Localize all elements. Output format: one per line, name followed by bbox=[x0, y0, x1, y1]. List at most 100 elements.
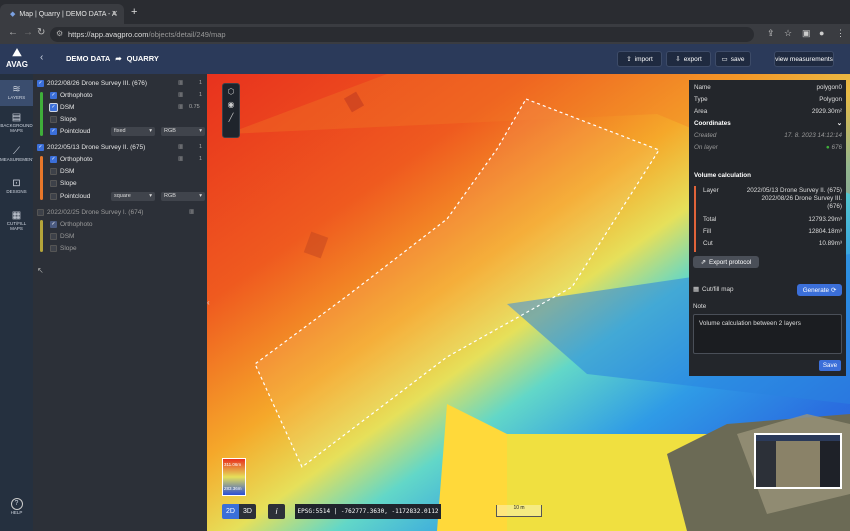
info-label: Fill bbox=[703, 228, 712, 235]
site-info-icon[interactable]: ⚙ bbox=[56, 29, 63, 38]
rail-designs[interactable]: ⊡ DESIGNS bbox=[0, 178, 33, 200]
layer-status-dot-icon: ● bbox=[825, 144, 830, 151]
info-label: Cut bbox=[703, 240, 713, 247]
tab-title: Map | Quarry | DEMO DATA - A bbox=[19, 10, 117, 18]
layer-item-checkbox[interactable] bbox=[50, 244, 57, 252]
profile-icon[interactable]: ● bbox=[819, 28, 824, 38]
layers-icon: ≋ bbox=[12, 84, 21, 95]
rail-cutfill-maps-label: CUT/FILL MAPS bbox=[6, 221, 27, 231]
new-tab-button[interactable]: + bbox=[131, 6, 137, 18]
layer-item-label: Pointcloud bbox=[60, 127, 91, 135]
rail-help[interactable]: ? HELP bbox=[0, 498, 33, 522]
browser-tab[interactable]: ◆ Map | Quarry | DEMO DATA - A ✕ bbox=[0, 4, 124, 24]
layer-visibility-icon[interactable]: ▥ bbox=[178, 80, 183, 86]
layer-item-label: Orthophoto bbox=[60, 220, 93, 228]
layer-item: Slope bbox=[33, 242, 207, 254]
rail-layers-label: LAYERS bbox=[7, 95, 26, 100]
layer-item: ✓ Orthophoto bbox=[33, 218, 207, 230]
reload-icon[interactable]: ↻ bbox=[37, 27, 45, 38]
save-icon: ▭ bbox=[721, 56, 728, 63]
back-chevron-icon[interactable]: ‹ bbox=[40, 52, 43, 63]
sidebar-toggle-icon[interactable]: ▣ bbox=[802, 28, 811, 39]
breadcrumb: DEMO DATA ➦ QUARRY bbox=[66, 54, 159, 63]
generate-button[interactable]: Generate ⟳ bbox=[797, 284, 842, 296]
save-button[interactable]: ▭ save bbox=[715, 51, 751, 67]
rail-measurements[interactable]: ⟋ MEASUREMENTS bbox=[0, 146, 38, 168]
breadcrumb-project[interactable]: DEMO DATA bbox=[66, 54, 110, 63]
layer-visibility-icon[interactable]: ▥ bbox=[178, 144, 183, 150]
layer-group-title[interactable]: 2022/05/13 Drone Survey II. (675) bbox=[47, 144, 145, 151]
back-arrow-icon[interactable]: ← bbox=[8, 27, 18, 38]
import-label: import bbox=[634, 55, 653, 63]
layer-item-checkbox[interactable] bbox=[50, 167, 57, 175]
view-measurements-button[interactable]: view measurements bbox=[774, 51, 834, 67]
pointcloud-color-select[interactable]: RGB ▾ bbox=[161, 126, 205, 136]
url-field[interactable]: ⚙ https://app.avagpro.com/objects/detail… bbox=[50, 27, 754, 42]
tab-close-icon[interactable]: ✕ bbox=[111, 9, 118, 18]
layer-item: Slope bbox=[33, 177, 207, 189]
bookmark-star-icon[interactable]: ☆ bbox=[784, 28, 792, 39]
collapse-panel-chevron-icon[interactable]: ‹ bbox=[207, 298, 210, 307]
layer-item-checkbox[interactable]: ✓ bbox=[50, 127, 57, 135]
layer-group-title[interactable]: 2022/02/25 Drone Survey I. (674) bbox=[47, 209, 143, 216]
layer-group-checkbox[interactable]: ✓ bbox=[37, 143, 44, 151]
layer-group-checkbox[interactable] bbox=[37, 208, 44, 216]
pointcloud-color-value: RGB bbox=[164, 128, 176, 134]
info-value: 2929.30m² bbox=[811, 108, 842, 115]
rail-cutfill-maps[interactable]: ▦ CUT/FILL MAPS bbox=[0, 210, 33, 236]
layer-visibility-icon[interactable]: ▥ bbox=[189, 209, 194, 215]
line-tool-icon[interactable]: ╱ bbox=[223, 113, 239, 122]
layer-count: 1 bbox=[199, 144, 203, 150]
chevron-down-icon: ▾ bbox=[199, 128, 202, 134]
cutfill-map-row: ▦ Cut/fill map bbox=[693, 286, 733, 293]
minimap-thumbnail[interactable] bbox=[754, 433, 842, 489]
info-label: Name bbox=[694, 84, 711, 91]
layer-item: Slope bbox=[33, 113, 207, 125]
chevron-down-icon: ▾ bbox=[199, 193, 202, 199]
layer-item-checkbox[interactable] bbox=[50, 232, 57, 240]
polygon-tool-icon[interactable]: ⬡ bbox=[223, 87, 239, 96]
volume-accent-bar bbox=[694, 186, 696, 252]
rail-background-maps[interactable]: ▤ BACKGROUND MAPS bbox=[0, 112, 33, 140]
info-value: 676 bbox=[831, 144, 842, 151]
layer-group-title[interactable]: 2022/08/26 Drone Survey III. (676) bbox=[47, 80, 147, 87]
layer-visibility-icon[interactable]: ▥ bbox=[178, 104, 183, 110]
layer-visibility-icon[interactable]: ▥ bbox=[178, 92, 183, 98]
layer-item-label: Slope bbox=[60, 115, 77, 123]
volume-layer-1: 2022/05/13 Drone Survey II. (675) bbox=[746, 187, 842, 194]
layer-visibility-icon[interactable]: ▥ bbox=[178, 156, 183, 162]
info-value: 10.89m³ bbox=[818, 240, 842, 247]
layer-item-checkbox[interactable]: ✓ bbox=[50, 91, 57, 99]
browser-menu-icon[interactable]: ⋮ bbox=[836, 28, 845, 39]
mode-3d-button[interactable]: 3D bbox=[239, 504, 256, 519]
pointcloud-color-select[interactable]: RGB ▾ bbox=[161, 191, 205, 201]
share-icon[interactable]: ⇪ bbox=[767, 28, 775, 39]
layer-item-checkbox[interactable]: ✓ bbox=[50, 155, 57, 163]
export-button[interactable]: ⇩ export bbox=[666, 51, 711, 67]
rail-layers[interactable]: ≋ LAYERS bbox=[0, 80, 33, 106]
layer-item-checkbox[interactable] bbox=[50, 179, 57, 187]
avag-logo[interactable]: ⛰ AVAG bbox=[4, 47, 30, 69]
pointcloud-mode-value: fixed bbox=[114, 128, 126, 134]
info-value[interactable]: polygon0 bbox=[816, 84, 842, 91]
forward-arrow-icon[interactable]: → bbox=[23, 27, 33, 38]
info-icon[interactable]: i bbox=[268, 504, 285, 519]
pointcloud-mode-select[interactable]: fixed ▾ bbox=[111, 126, 155, 136]
note-save-button[interactable]: Save bbox=[819, 360, 841, 371]
layer-group-checkbox[interactable]: ✓ bbox=[37, 79, 44, 87]
point-tool-icon[interactable]: ◉ bbox=[223, 100, 239, 109]
export-label: export bbox=[683, 55, 702, 63]
info-value: 12793.29m³ bbox=[808, 216, 842, 223]
coordinates-toggle[interactable]: Coordinates ⌄ bbox=[694, 120, 842, 127]
layer-item-checkbox[interactable] bbox=[50, 115, 57, 123]
layer-item-checkbox[interactable]: ✓ bbox=[50, 220, 57, 228]
layer-item-checkbox[interactable]: ✓ bbox=[49, 102, 58, 112]
note-textarea[interactable]: Volume calculation between 2 layers bbox=[693, 314, 842, 354]
mouse-cursor-icon: ↖ bbox=[37, 266, 44, 275]
pointcloud-mode-select[interactable]: square ▾ bbox=[111, 191, 155, 201]
import-button[interactable]: ⇪ import bbox=[617, 51, 662, 67]
layer-item-checkbox[interactable] bbox=[50, 192, 57, 200]
layer-item-label: Orthophoto bbox=[60, 155, 93, 163]
mode-2d-button[interactable]: 2D bbox=[222, 504, 239, 519]
export-protocol-button[interactable]: ⇗ Export protocol bbox=[693, 256, 759, 268]
